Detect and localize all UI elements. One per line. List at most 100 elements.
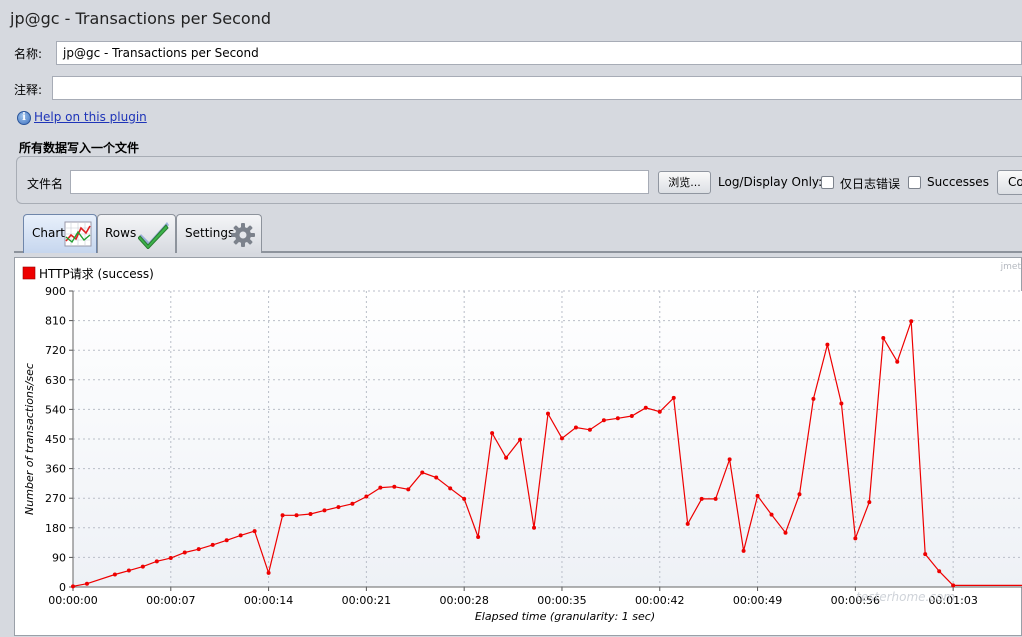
x-tick-label: 00:00:49 — [733, 594, 782, 607]
data-point — [71, 584, 75, 589]
data-point — [196, 547, 201, 552]
x-tick-label: 00:00:07 — [146, 594, 195, 607]
data-point — [462, 496, 467, 501]
comment-field[interactable] — [52, 76, 1022, 100]
x-tick-label: 00:00:00 — [48, 594, 97, 607]
data-point — [126, 568, 131, 573]
data-point — [769, 512, 774, 517]
data-point — [434, 475, 439, 480]
tab-rows-label: Rows — [105, 226, 137, 240]
errors-only-checkbox[interactable] — [821, 176, 834, 189]
data-point — [350, 501, 355, 506]
browse-button[interactable]: 浏览... — [658, 171, 711, 194]
data-point — [294, 513, 299, 518]
data-point — [504, 455, 509, 460]
data-point — [867, 500, 872, 505]
y-tick-label: 450 — [45, 433, 66, 446]
data-point — [671, 395, 676, 400]
tab-settings-label: Settings — [185, 226, 235, 240]
chart-watermark: jmet — [1000, 262, 1022, 272]
tab-settings[interactable]: Settings — [176, 214, 262, 253]
x-tick-label: 00:00:28 — [439, 594, 488, 607]
data-point — [182, 550, 187, 555]
data-point — [811, 396, 816, 401]
data-point — [839, 401, 844, 406]
x-tick-label: 00:00:14 — [244, 594, 293, 607]
data-point — [741, 548, 746, 553]
data-point — [336, 505, 341, 510]
y-tick-label: 810 — [45, 315, 66, 328]
data-point — [392, 484, 397, 489]
y-tick-label: 900 — [45, 285, 66, 298]
data-point — [629, 413, 634, 418]
data-point — [853, 536, 858, 541]
x-tick-label: 00:00:21 — [342, 594, 391, 607]
name-field[interactable]: jp@gc - Transactions per Second — [56, 41, 1022, 65]
data-point — [168, 556, 173, 561]
name-label: 名称: — [14, 47, 43, 61]
checkmark-icon — [138, 222, 169, 249]
data-point — [322, 508, 327, 513]
y-tick-label: 630 — [45, 374, 66, 387]
data-point — [546, 411, 550, 416]
help-link[interactable]: Help on this plugin — [34, 110, 147, 124]
data-point — [532, 525, 537, 530]
data-point — [699, 496, 704, 501]
data-point — [783, 530, 788, 535]
site-watermark: testerhome.com — [856, 590, 955, 604]
successes-checkbox[interactable] — [908, 176, 921, 189]
legend-label: HTTP请求 (success) — [39, 267, 154, 281]
data-point — [895, 359, 900, 364]
data-point — [490, 431, 495, 436]
data-point — [252, 529, 257, 534]
data-point — [420, 470, 425, 475]
tab-chart-label: Chart — [32, 226, 65, 240]
gear-icon — [231, 223, 255, 247]
data-point — [140, 564, 145, 569]
tab-chart[interactable]: Chart — [23, 214, 97, 253]
data-point — [755, 493, 760, 498]
log-display-label: Log/Display Only: — [718, 175, 823, 189]
filename-field[interactable] — [70, 170, 649, 194]
data-point — [476, 535, 481, 540]
chart-panel: 0 90 180 270 360 450 540 630 720 810 900 00:00:00 00… — [14, 257, 1022, 636]
data-point — [280, 513, 285, 518]
data-point — [238, 533, 243, 538]
data-point — [923, 552, 928, 557]
data-point — [266, 570, 271, 575]
data-point — [951, 583, 956, 588]
configure-button[interactable]: Co — [997, 170, 1022, 195]
tab-rows[interactable]: Rows — [97, 214, 176, 253]
data-point — [378, 485, 383, 490]
data-point — [308, 511, 313, 516]
data-point — [210, 542, 215, 547]
y-axis-label: Number of transactions/sec — [23, 363, 36, 515]
data-point — [573, 425, 578, 430]
errors-only-label: 仅日志错误 — [840, 177, 901, 191]
data-point — [364, 494, 369, 499]
data-point — [685, 521, 690, 526]
data-point — [727, 457, 732, 462]
x-tick-label: 00:00:35 — [537, 594, 586, 607]
y-tick-label: 0 — [59, 581, 66, 594]
legend-swatch — [22, 266, 36, 280]
y-tick-label: 540 — [45, 403, 66, 416]
data-point — [643, 405, 648, 410]
data-point — [881, 336, 886, 341]
data-point — [518, 437, 523, 442]
x-tick-label: 00:00:42 — [635, 594, 684, 607]
data-point — [797, 492, 802, 497]
data-point — [406, 487, 411, 492]
y-tick-label: 90 — [52, 551, 66, 564]
data-point — [713, 496, 718, 501]
x-axis-label: Elapsed time (granularity: 1 sec) — [475, 610, 655, 623]
y-tick-label: 720 — [45, 344, 66, 357]
data-point — [937, 569, 942, 574]
y-tick-label: 270 — [45, 492, 66, 505]
data-point — [825, 342, 830, 347]
data-point — [615, 416, 620, 421]
file-section-title: 所有数据写入一个文件 — [19, 141, 140, 155]
chart-line-icon — [64, 221, 92, 247]
data-point — [448, 486, 453, 491]
data-point — [657, 409, 662, 414]
